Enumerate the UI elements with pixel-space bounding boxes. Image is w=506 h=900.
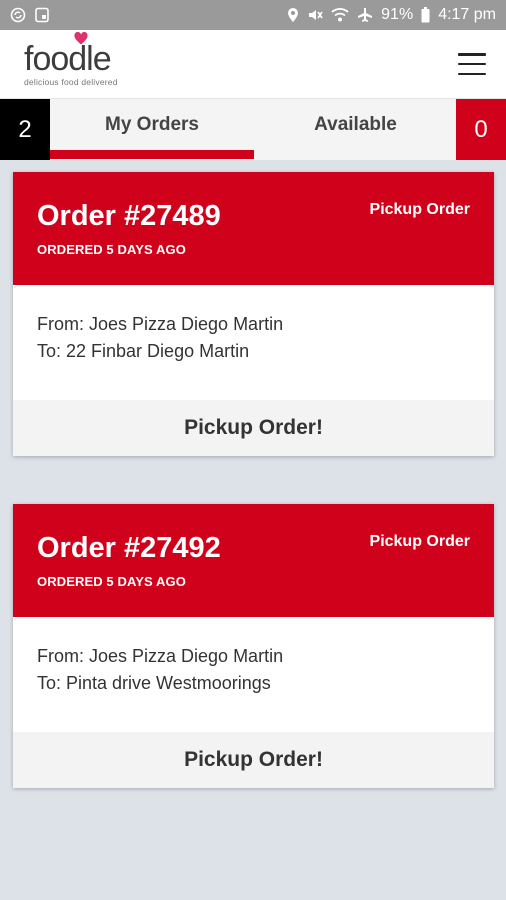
order-to: To: Pinta drive Westmoorings	[37, 673, 271, 693]
battery-percent: 91%	[381, 6, 414, 23]
logo-text: foodle	[24, 39, 112, 78]
order-card-body: From: Joes Pizza Diego Martin To: Pinta …	[13, 617, 494, 732]
order-time: ORDERED 5 DAYS AGO	[37, 574, 186, 589]
image-icon	[34, 7, 50, 23]
menu-bar	[458, 53, 486, 56]
active-tab-indicator	[50, 150, 254, 159]
tab-available[interactable]: Available	[254, 99, 457, 160]
order-card: Order #27489 ORDERED 5 DAYS AGO Pickup O…	[13, 172, 494, 456]
clock: 4:17 pm	[438, 6, 496, 23]
order-type-label: Pickup Order	[369, 201, 470, 218]
order-from: From: Joes Pizza Diego Martin	[37, 314, 284, 334]
order-time: ORDERED 5 DAYS AGO	[37, 242, 186, 257]
status-bar: 91% 4:17 pm	[0, 0, 506, 30]
hamburger-menu-icon[interactable]	[458, 53, 486, 75]
heart-icon	[74, 31, 88, 45]
airplane-icon	[357, 7, 373, 23]
foodle-logo[interactable]: foodle delicious food delivered	[24, 31, 118, 87]
status-left	[10, 7, 50, 23]
order-card-header: Order #27492 ORDERED 5 DAYS AGO Pickup O…	[13, 504, 494, 617]
logo-wordmark: foodle	[24, 31, 118, 78]
logo-tagline: delicious food delivered	[24, 76, 118, 87]
order-card-header: Order #27489 ORDERED 5 DAYS AGO Pickup O…	[13, 172, 494, 285]
pickup-order-button[interactable]: Pickup Order!	[13, 400, 494, 456]
order-card-body: From: Joes Pizza Diego Martin To: 22 Fin…	[13, 285, 494, 400]
available-count-badge: 0	[456, 99, 506, 160]
mute-icon	[307, 7, 323, 23]
wifi-icon	[331, 7, 349, 23]
order-to: To: 22 Finbar Diego Martin	[37, 341, 250, 361]
sync-icon	[10, 7, 26, 23]
order-card: Order #27492 ORDERED 5 DAYS AGO Pickup O…	[13, 504, 494, 788]
app-header: foodle delicious food delivered	[0, 30, 506, 99]
order-from: From: Joes Pizza Diego Martin	[37, 646, 284, 666]
menu-bar	[458, 72, 486, 75]
pickup-order-button[interactable]: Pickup Order!	[13, 732, 494, 788]
location-icon	[287, 7, 299, 23]
order-type-label: Pickup Order	[369, 533, 470, 550]
order-tabs: 2 My Orders Available 0	[0, 99, 506, 160]
battery-icon	[421, 7, 430, 23]
my-orders-count-badge: 2	[0, 99, 50, 160]
status-right: 91% 4:17 pm	[287, 6, 496, 24]
menu-bar	[458, 62, 486, 66]
